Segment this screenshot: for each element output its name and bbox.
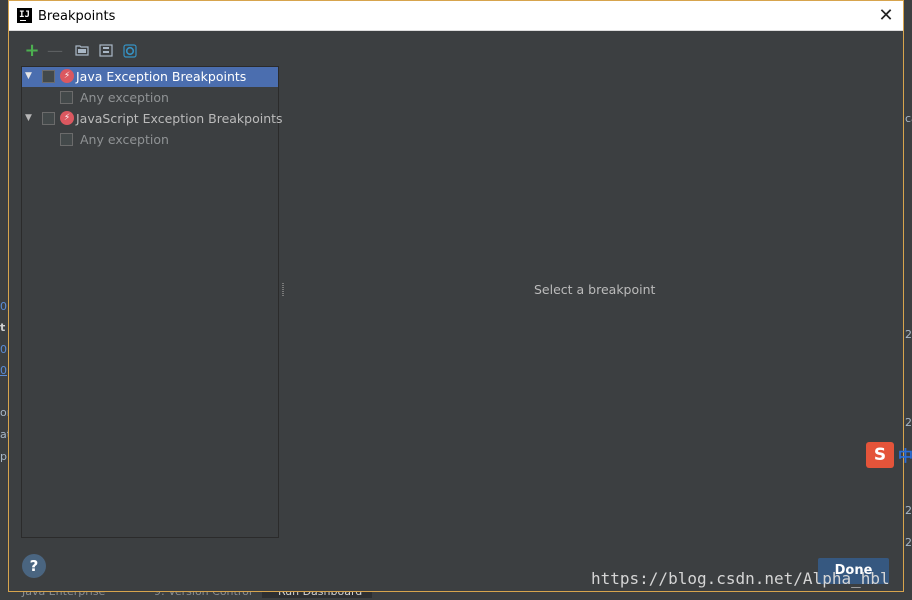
group-by-package-button[interactable] [73, 42, 91, 60]
breakpoint-checkbox[interactable] [42, 112, 55, 125]
tree-item-javascript-exception-breakpoints[interactable]: ▼ ⚡ JavaScript Exception Breakpoints [22, 109, 283, 129]
close-button[interactable]: ✕ [873, 4, 899, 28]
breakpoint-checkbox[interactable] [60, 133, 73, 146]
tree-item-label: JavaScript Exception Breakpoints [76, 111, 283, 126]
bg-fragment: 2 [905, 416, 912, 429]
remove-breakpoint-button[interactable]: — [46, 42, 64, 60]
group-by-file-button[interactable] [97, 42, 115, 60]
help-button[interactable]: ? [22, 554, 46, 578]
bg-fragment: 0 [0, 364, 7, 377]
intellij-logo-icon: IJ [17, 8, 32, 23]
breakpoints-dialog: IJ Breakpoints ✕ + — ▼ ⚡ Java Exception … [8, 0, 904, 592]
expand-arrow-icon[interactable]: ▼ [25, 113, 32, 123]
breakpoint-checkbox[interactable] [60, 91, 73, 104]
tree-item-java-exception-breakpoints[interactable]: ▼ ⚡ Java Exception Breakpoints [22, 67, 278, 87]
exception-breakpoint-icon: ⚡ [60, 111, 74, 125]
bg-fragment: 2 [905, 504, 912, 517]
bg-fragment: p [0, 450, 7, 463]
watermark: https://blog.csdn.net/Alpha_hbl [591, 569, 890, 588]
bg-fragment: 2 [905, 536, 912, 549]
breakpoint-checkbox[interactable] [42, 70, 55, 83]
class-icon [123, 44, 137, 58]
tree-item-label: Any exception [80, 132, 169, 147]
tree-item-label: Any exception [80, 90, 169, 105]
file-group-icon [99, 44, 113, 57]
exception-breakpoint-icon: ⚡ [60, 69, 74, 83]
bg-fragment: t [0, 321, 6, 334]
bg-fragment: ca [905, 112, 912, 125]
folder-icon [75, 45, 89, 56]
dialog-title: Breakpoints [38, 9, 116, 24]
tree-item-label: Java Exception Breakpoints [76, 69, 247, 84]
tree-item-any-exception[interactable]: Any exception [22, 130, 278, 150]
bg-fragment: 0 [0, 343, 7, 356]
bg-fragment: 2 [905, 328, 912, 341]
ime-mode-indicator[interactable]: 中 [898, 445, 912, 466]
expand-arrow-icon[interactable]: ▼ [25, 71, 32, 81]
panel-splitter-handle[interactable] [281, 283, 285, 297]
breakpoints-tree[interactable]: ▼ ⚡ Java Exception Breakpoints Any excep… [21, 66, 283, 538]
sogou-ime-icon[interactable]: S [866, 442, 894, 468]
title-bar: IJ Breakpoints ✕ [9, 1, 903, 31]
detail-placeholder: Select a breakpoint [534, 282, 656, 297]
add-breakpoint-button[interactable]: + [23, 42, 41, 60]
group-by-class-button[interactable] [121, 42, 139, 60]
tree-item-any-exception[interactable]: Any exception [22, 88, 278, 108]
